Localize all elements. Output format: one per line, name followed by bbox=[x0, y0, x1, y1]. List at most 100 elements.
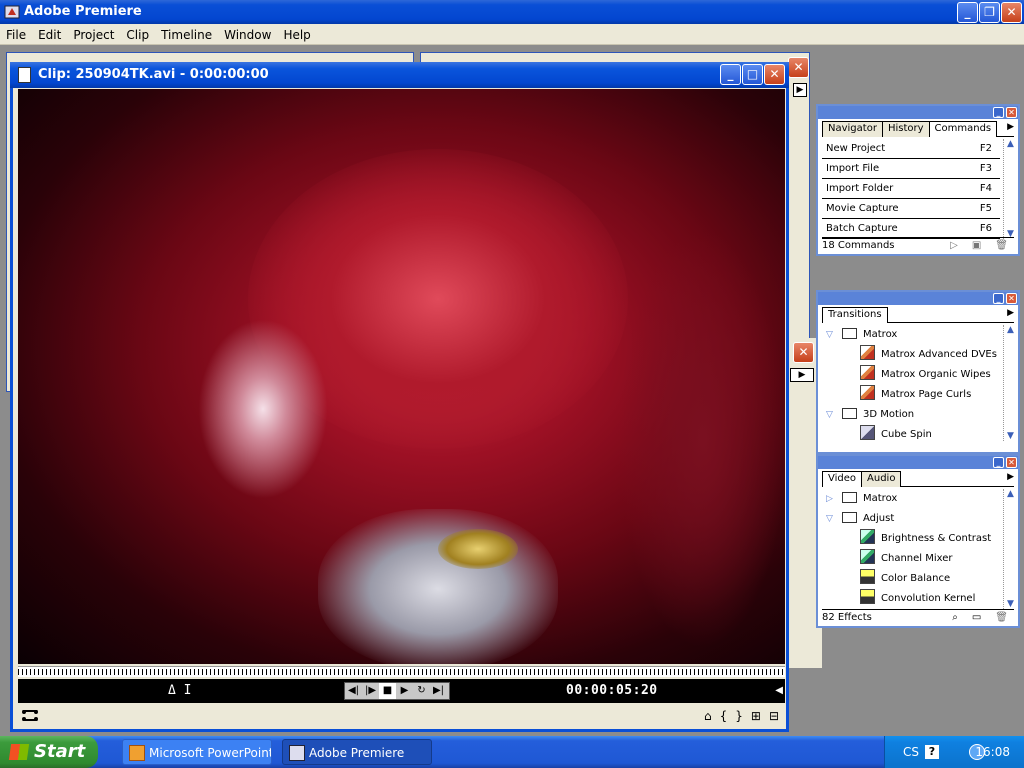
out-point-icon[interactable]: } bbox=[735, 709, 743, 723]
menu-file[interactable]: File bbox=[0, 24, 32, 42]
controller-menu-arrow-icon[interactable]: ◀ bbox=[775, 685, 783, 696]
effect-item[interactable]: Convolution Kernel bbox=[822, 589, 1000, 609]
transition-item[interactable]: Matrox Advanced DVEs bbox=[822, 345, 1000, 365]
menu-clip[interactable]: Clip bbox=[120, 24, 155, 42]
transitions-scrollbar[interactable]: ▲ ▼ bbox=[1003, 325, 1016, 441]
trash-icon[interactable]: 🗑 bbox=[995, 240, 1008, 251]
command-label: Movie Capture bbox=[826, 203, 899, 214]
scroll-down-icon[interactable]: ▼ bbox=[1004, 599, 1017, 609]
menu-timeline[interactable]: Timeline bbox=[155, 24, 218, 42]
app-titlebar: Adobe Premiere _ ❐ ✕ bbox=[0, 0, 1024, 24]
palette-minimize-button[interactable]: _ bbox=[993, 457, 1004, 468]
play-icon[interactable]: ▶ bbox=[396, 683, 413, 699]
tab-audio[interactable]: Audio bbox=[861, 471, 902, 487]
close-button[interactable]: ✕ bbox=[1001, 2, 1022, 23]
start-button[interactable]: Start bbox=[0, 736, 98, 768]
tab-navigator[interactable]: Navigator bbox=[822, 121, 883, 137]
minimize-button[interactable]: _ bbox=[957, 2, 978, 23]
palette-close-button[interactable]: ✕ bbox=[1006, 293, 1017, 304]
effect-item[interactable]: Color Balance bbox=[822, 569, 1000, 589]
transition-item[interactable]: Matrox Page Curls bbox=[822, 385, 1000, 405]
help-icon[interactable]: ? bbox=[925, 745, 939, 759]
palette-menu-arrow-icon[interactable]: ▶ bbox=[1007, 122, 1014, 132]
overlay-icon[interactable]: ⊟ bbox=[769, 709, 779, 723]
scroll-up-icon[interactable]: ▲ bbox=[1004, 489, 1017, 499]
binoculars-icon[interactable]: ⌕ bbox=[952, 612, 958, 623]
command-import-folder[interactable]: Import Folder F4 bbox=[822, 179, 1000, 199]
clip-maximize-button[interactable]: □ bbox=[742, 64, 763, 85]
transition-item[interactable]: Cube Spin bbox=[822, 425, 1000, 445]
timeline-close-button[interactable]: ✕ bbox=[793, 342, 814, 363]
step-forward-icon[interactable]: |▶ bbox=[362, 683, 379, 699]
effects-palette: _ ✕ Video Audio ▶ ▷ Matrox ▽ Adjust Brightn… bbox=[816, 454, 1020, 628]
effects-scrollbar[interactable]: ▲ ▼ bbox=[1003, 489, 1016, 609]
effects-count: 82 Effects bbox=[822, 612, 872, 623]
expanded-triangle-icon[interactable]: ▽ bbox=[826, 325, 838, 345]
command-key: F5 bbox=[979, 203, 992, 214]
commands-scrollbar[interactable]: ▲ ▼ bbox=[1003, 139, 1016, 239]
menu-project[interactable]: Project bbox=[67, 24, 120, 42]
item-label: Matrox bbox=[863, 493, 898, 504]
expanded-triangle-icon[interactable]: ▽ bbox=[826, 405, 838, 425]
menu-help[interactable]: Help bbox=[277, 24, 316, 42]
folder-adjust[interactable]: ▽ Adjust bbox=[822, 509, 1000, 529]
in-point-icon[interactable]: { bbox=[720, 709, 728, 723]
taskbar-button-powerpoint[interactable]: Microsoft PowerPoint ... bbox=[122, 739, 272, 765]
tab-video[interactable]: Video bbox=[822, 471, 863, 487]
new-folder-icon[interactable]: ▭ bbox=[972, 612, 981, 623]
expanded-triangle-icon[interactable]: ▽ bbox=[826, 509, 838, 529]
timecode-display[interactable]: 00:00:05:20 bbox=[566, 683, 658, 698]
play-arrow-icon[interactable]: ▶ bbox=[793, 83, 807, 97]
clip-window: Clip: 250904TK.avi - 0:00:00:00 _ □ ✕ Δ I … bbox=[10, 62, 789, 732]
marker-icon[interactable]: ⌂ bbox=[704, 709, 712, 723]
effect-item[interactable]: Channel Mixer bbox=[822, 549, 1000, 569]
effect-item[interactable]: Brightness & Contrast bbox=[822, 529, 1000, 549]
collapsed-triangle-icon[interactable]: ▷ bbox=[826, 489, 838, 509]
effect-icon bbox=[860, 549, 875, 564]
command-movie-capture[interactable]: Movie Capture F5 bbox=[822, 199, 1000, 219]
insert-icon[interactable]: ⊞ bbox=[751, 709, 761, 723]
loop-icon[interactable]: ↻ bbox=[413, 683, 430, 699]
folder-3d-motion[interactable]: ▽ 3D Motion bbox=[822, 405, 1000, 425]
folder-matrox[interactable]: ▷ Matrox bbox=[822, 489, 1000, 509]
video-region bbox=[618, 229, 785, 649]
menu-edit[interactable]: Edit bbox=[32, 24, 67, 42]
scroll-up-icon[interactable]: ▲ bbox=[1004, 325, 1017, 335]
clock[interactable]: 16:08 bbox=[975, 736, 1010, 768]
palette-close-button[interactable]: ✕ bbox=[1006, 107, 1017, 118]
stop-icon[interactable]: ■ bbox=[379, 683, 396, 699]
command-import-file[interactable]: Import File F3 bbox=[822, 159, 1000, 179]
scroll-down-icon[interactable]: ▼ bbox=[1004, 431, 1017, 441]
palette-close-button[interactable]: ✕ bbox=[1006, 457, 1017, 468]
filmstrip-icon[interactable] bbox=[22, 710, 38, 721]
scroll-up-icon[interactable]: ▲ bbox=[1004, 139, 1017, 149]
taskbar-button-premiere[interactable]: Adobe Premiere bbox=[282, 739, 432, 765]
palette-minimize-button[interactable]: _ bbox=[993, 107, 1004, 118]
play-in-out-icon[interactable]: ▶| bbox=[430, 683, 447, 699]
clip-minimize-button[interactable]: _ bbox=[720, 64, 741, 85]
palette-minimize-button[interactable]: _ bbox=[993, 293, 1004, 304]
command-batch-capture[interactable]: Batch Capture F6 bbox=[822, 219, 1000, 239]
clip-title: Clip: 250904TK.avi - 0:00:00:00 bbox=[38, 67, 269, 82]
menu-window[interactable]: Window bbox=[218, 24, 277, 42]
clip-close-button[interactable]: ✕ bbox=[764, 64, 785, 85]
restore-button[interactable]: ❐ bbox=[979, 2, 1000, 23]
folder-matrox[interactable]: ▽ Matrox bbox=[822, 325, 1000, 345]
tab-commands[interactable]: Commands bbox=[928, 121, 998, 137]
palette-menu-arrow-icon[interactable]: ▶ bbox=[1007, 472, 1014, 482]
step-back-icon[interactable]: ◀| bbox=[345, 683, 362, 699]
background-close-button[interactable]: ✕ bbox=[788, 57, 809, 78]
tab-transitions[interactable]: Transitions bbox=[822, 307, 888, 323]
video-frame[interactable] bbox=[18, 89, 785, 664]
tab-history[interactable]: History bbox=[881, 121, 930, 137]
trash-icon[interactable]: 🗑 bbox=[995, 612, 1008, 623]
command-new-project[interactable]: New Project F2 bbox=[822, 139, 1000, 159]
play-command-icon[interactable]: ▷ bbox=[950, 240, 958, 251]
command-key: F3 bbox=[979, 163, 992, 174]
palette-menu-arrow-icon[interactable]: ▶ bbox=[1007, 308, 1014, 318]
language-indicator[interactable]: CS bbox=[903, 736, 919, 768]
clip-scrubber[interactable] bbox=[18, 666, 785, 677]
transition-item[interactable]: Matrox Organic Wipes bbox=[822, 365, 1000, 385]
timeline-arrow-icon[interactable]: ▶ bbox=[790, 368, 814, 382]
new-command-icon[interactable]: ▣ bbox=[972, 240, 981, 251]
